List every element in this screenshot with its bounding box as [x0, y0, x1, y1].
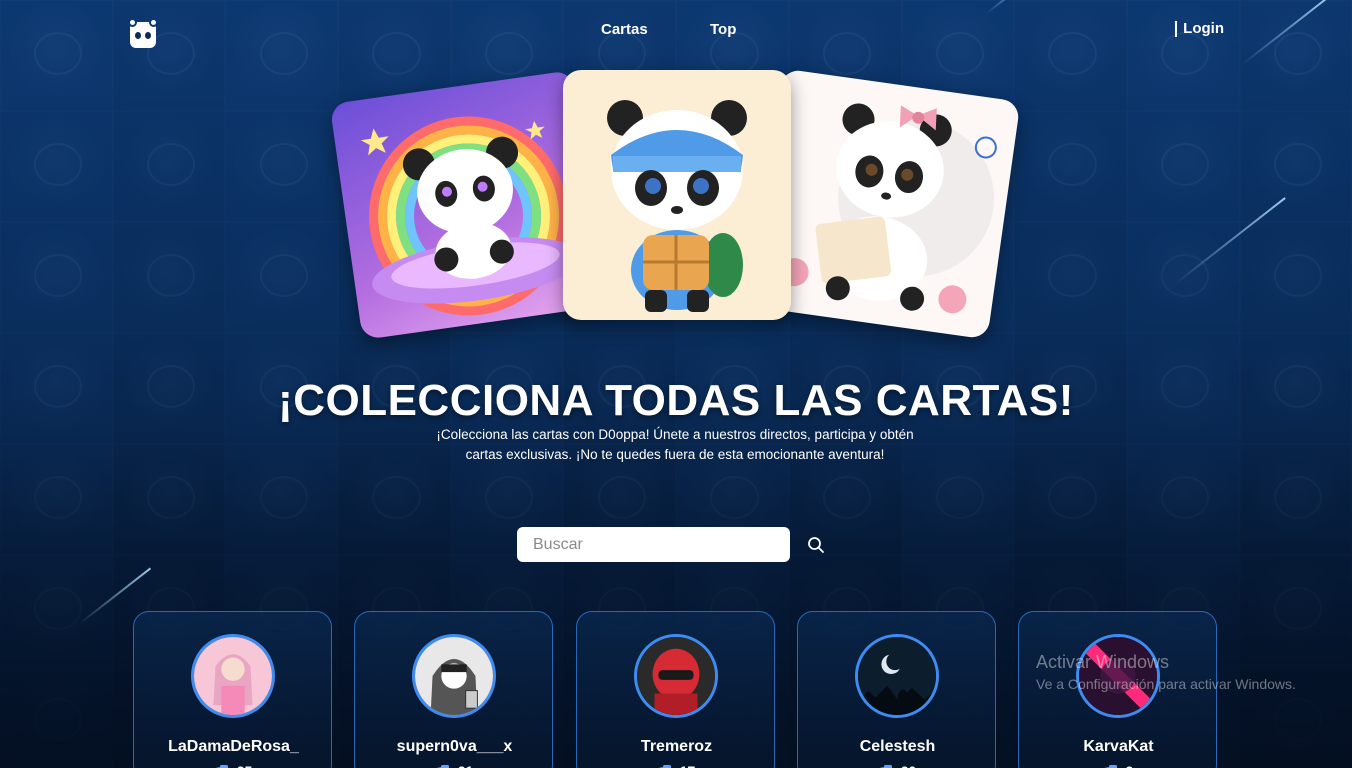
user-card[interactable]: supern0va___x 21	[354, 611, 553, 768]
username: LaDamaDeRosa_	[168, 738, 299, 755]
username: Tremeroz	[640, 738, 713, 755]
top-navbar: Cartas Top Login	[0, 0, 1352, 60]
cards-icon	[436, 765, 449, 768]
avatar	[191, 634, 275, 718]
cards-icon	[658, 765, 671, 768]
username: supern0va___x	[396, 738, 513, 755]
nav-link-cartas[interactable]: Cartas	[601, 21, 648, 38]
turtle-panda-image	[607, 100, 747, 312]
cards-icon	[1103, 765, 1117, 768]
avatar	[412, 634, 496, 718]
user-card[interactable]: Celestesh 20	[797, 611, 996, 768]
cards-icon	[879, 765, 892, 768]
card-count: 25	[134, 763, 333, 768]
user-card[interactable]: LaDamaDeRosa_ 25	[133, 611, 332, 768]
card-count: 9	[1019, 763, 1218, 768]
watermark-subtitle: Ve a Configuración para activar Windows.	[1036, 676, 1296, 692]
windows-activation-watermark: Activar Windows Ve a Configuración para …	[1036, 652, 1296, 692]
search-input[interactable]	[517, 527, 790, 562]
user-card[interactable]: Tremeroz 17	[576, 611, 775, 768]
watermark-title: Activar Windows	[1036, 652, 1170, 672]
card-count: 20	[798, 763, 997, 768]
hero-subtitle-line1: ¡Colecciona las cartas con D0oppa! Únete…	[436, 427, 914, 442]
featured-card-turtle-panda[interactable]	[563, 70, 791, 320]
card-count: 17	[577, 763, 776, 768]
card-count: 21	[355, 763, 554, 768]
username: Celestesh	[859, 738, 936, 755]
panda-logo-icon[interactable]	[128, 18, 158, 48]
username: KarvaKat	[1083, 738, 1154, 755]
nav-link-top[interactable]: Top	[710, 21, 736, 38]
hero-title: ¡COLECCIONA TODAS LAS CARTAS!	[278, 376, 1074, 425]
hero-subtitle-line2: cartas exclusivas. ¡No te quedes fuera d…	[465, 447, 885, 462]
avatar	[855, 634, 939, 718]
hero-subtitle: ¡Colecciona las cartas con D0oppa! Únete…	[400, 425, 950, 465]
cards-icon	[215, 765, 228, 768]
search-icon[interactable]	[806, 535, 826, 555]
login-button[interactable]: Login	[1175, 21, 1224, 37]
avatar	[634, 634, 718, 718]
